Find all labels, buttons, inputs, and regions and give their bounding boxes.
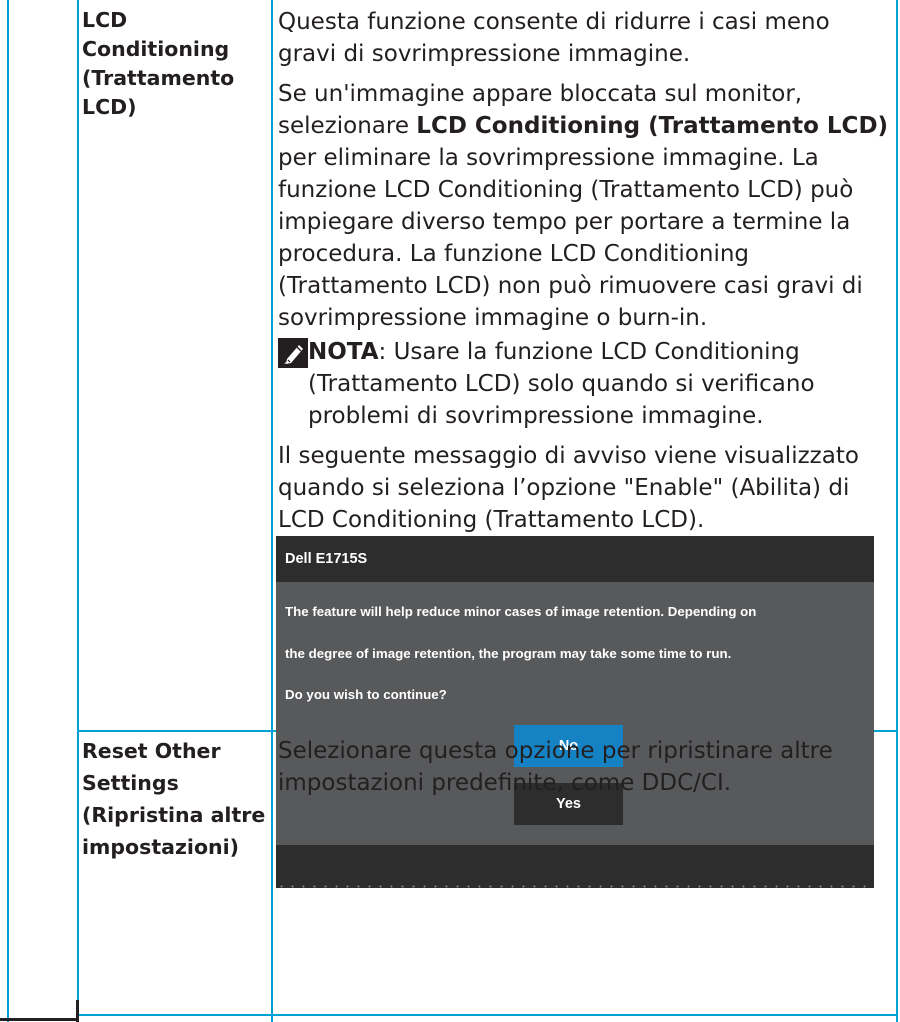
settings-table: LCD Conditioning (Trattamento LCD) Quest…: [0, 0, 900, 1022]
row-label-lcd-conditioning: LCD Conditioning (Trattamento LCD): [82, 8, 235, 119]
table-bottom-tick: [76, 1000, 79, 1022]
pencil-note-icon: [278, 338, 308, 368]
table-bottom-rule: [0, 1018, 79, 1021]
table-divider-2: [271, 0, 273, 1022]
table-divider-1: [77, 0, 79, 1022]
reset-label-line-3: (Ripristina altre: [82, 803, 266, 827]
dialog-question: Do you wish to continue?: [285, 687, 447, 702]
note-block: NOTA: Usare la funzione LCD Conditioning…: [278, 336, 893, 432]
reset-label-line-1: Reset Other: [82, 739, 221, 763]
table-border-bottom: [77, 1014, 898, 1016]
dialog-dotted-edge: [276, 885, 874, 888]
warning-dialog: Dell E1715S The feature will help reduce…: [276, 536, 874, 888]
note-body: NOTA: Usare la funzione LCD Conditioning…: [278, 336, 893, 432]
table-border-right: [896, 0, 898, 1022]
reset-description: Selezionare questa opzione per ripristin…: [278, 738, 833, 796]
dialog-footer: [276, 845, 874, 888]
dialog-title: Dell E1715S: [285, 551, 368, 567]
table-border-left: [7, 0, 9, 1022]
note-text: : Usare la funzione LCD Conditioning (Tr…: [308, 339, 815, 429]
dialog-header: Dell E1715S: [276, 536, 874, 582]
reset-label-line-4: impostazioni): [82, 835, 240, 859]
lcd-instructions-end: per eliminare la sovrimpressione immagin…: [278, 145, 863, 331]
dialog-message-line-2: the degree of image retention, the progr…: [285, 646, 732, 661]
dialog-message-line-1: The feature will help reduce minor cases…: [285, 604, 757, 619]
note-label: NOTA: [308, 339, 379, 365]
lcd-option-name: LCD Conditioning (Trattamento LCD): [416, 113, 889, 139]
warning-intro: Il seguente messaggio di avviso viene vi…: [278, 443, 859, 533]
reset-label-line-2: Settings: [82, 771, 179, 795]
lcd-instructions: Se un'immagine appare bloccata sul monit…: [278, 78, 893, 334]
row-label-reset-other-settings: Reset Other Settings (Ripristina altre i…: [82, 735, 270, 863]
lcd-description: Questa funzione consente di ridurre i ca…: [278, 9, 830, 67]
